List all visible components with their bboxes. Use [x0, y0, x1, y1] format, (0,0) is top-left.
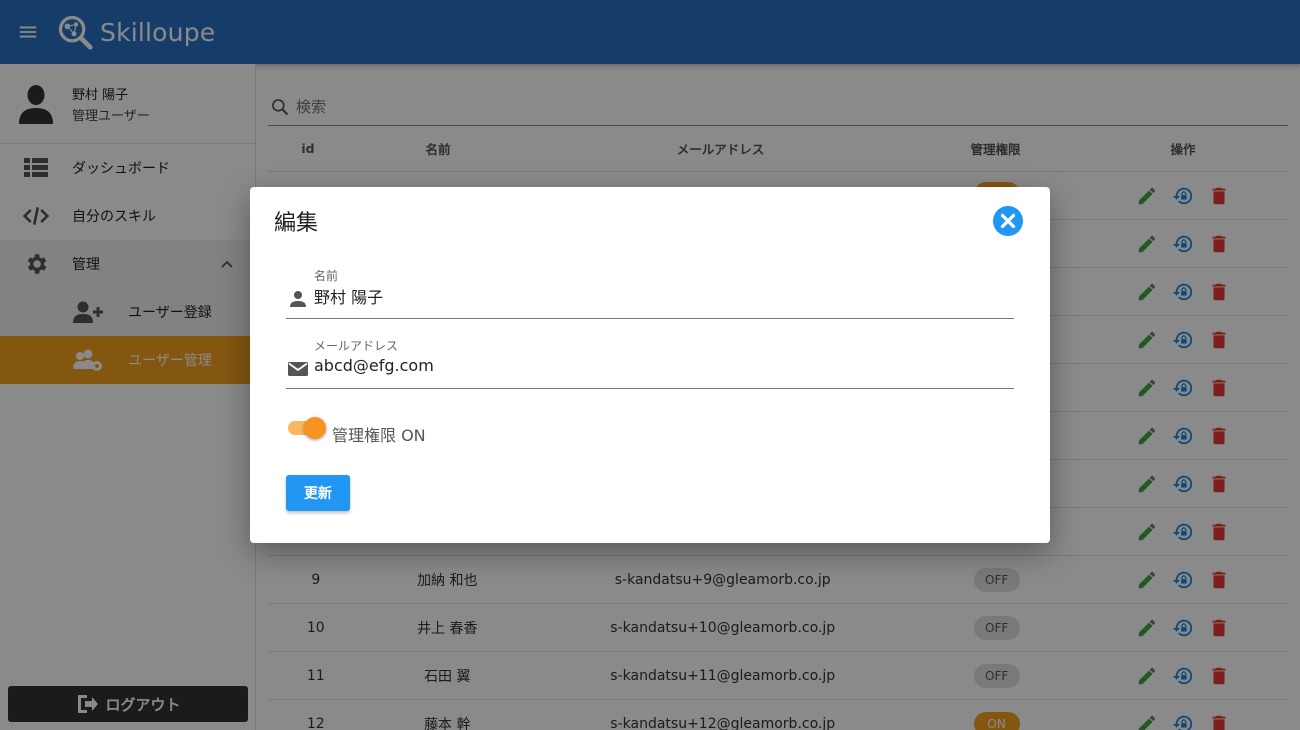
email-field[interactable]: メールアドレス [286, 333, 1014, 389]
toggle-thumb [304, 417, 326, 439]
edit-dialog: 編集 名前 メールアドレス 管理権限 ON 更新 [250, 187, 1050, 543]
update-button[interactable]: 更新 [286, 475, 350, 511]
dialog-title: 編集 [274, 211, 319, 236]
name-input[interactable] [314, 286, 1004, 305]
email-input[interactable] [314, 356, 1004, 375]
admin-toggle[interactable] [288, 417, 326, 439]
email-label: メールアドレス [314, 339, 399, 353]
close-icon[interactable] [992, 205, 1024, 237]
mail-icon [288, 362, 308, 376]
admin-toggle-label: 管理権限 ON [332, 426, 426, 445]
name-field[interactable]: 名前 [286, 263, 1014, 319]
person-icon [290, 291, 306, 307]
name-label: 名前 [314, 269, 339, 283]
